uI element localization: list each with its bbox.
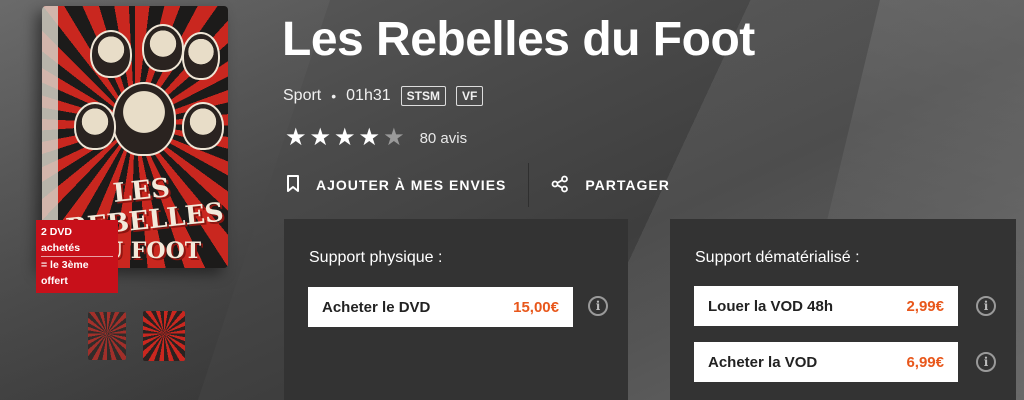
promo-badge: 2 DVD achetés = le 3ème offert [36,220,118,293]
portrait-image [182,102,224,150]
portrait-image [142,24,184,72]
portrait-image [112,82,176,156]
panel-title: Support physique : [309,249,443,266]
star-icon: ★ [358,124,381,151]
divider [528,163,530,207]
portrait-image [90,30,132,78]
star-icon: ★ [285,124,307,151]
share-icon [551,175,569,196]
portrait-image [182,32,220,80]
duration: 01h31 [346,87,391,104]
star-icon: ★ [334,124,356,151]
offer-label: Acheter le DVD [322,298,431,316]
review-count[interactable]: 80 avis [420,130,468,147]
star-empty-icon: ★ [383,124,405,151]
info-icon[interactable]: i [588,296,608,316]
genre: Sport [283,87,322,104]
star-icon: ★ [309,124,332,151]
portrait-image [74,102,116,150]
physical-support-panel: Support physique : Acheter le DVD 15,00€… [284,219,628,400]
info-icon[interactable]: i [976,296,996,316]
offer-label: Acheter la VOD [708,353,818,371]
page-title: Les Rebelles du Foot [282,13,755,66]
add-to-wishlist-button[interactable]: AJOUTER À MES ENVIES [286,174,507,196]
share-label: PARTAGER [585,177,670,193]
share-button[interactable]: PARTAGER [551,175,669,196]
rating[interactable]: ★ ★ ★ ★ ★ 80 avis [285,126,467,150]
thumbnail-front[interactable] [143,311,185,361]
product-meta: Sport • 01h31 STSM VF [283,86,484,106]
action-bar: AJOUTER À MES ENVIES PARTAGER [286,163,670,207]
promo-line: 2 DVD achetés [41,226,81,254]
offer-price: 2,99€ [906,297,944,315]
language-badge: VF [456,86,484,106]
cover-illustration [70,24,224,174]
bookmark-icon [286,174,300,196]
offer-label: Louer la VOD 48h [708,297,834,315]
subtitle-badge: STSM [400,86,446,106]
rent-vod-button[interactable]: Louer la VOD 48h 2,99€ [694,286,958,326]
wishlist-label: AJOUTER À MES ENVIES [316,177,507,193]
promo-line: = le 3ème offert [41,256,113,289]
thumbnail-back[interactable] [88,312,126,360]
offer-price: 15,00€ [513,298,559,316]
buy-dvd-button[interactable]: Acheter le DVD 15,00€ [308,287,573,327]
offer-price: 6,99€ [906,353,944,371]
panel-title: Support dématérialisé : [695,249,860,266]
digital-support-panel: Support dématérialisé : Louer la VOD 48h… [670,219,1016,400]
meta-separator: • [331,88,337,104]
info-icon[interactable]: i [976,352,996,372]
buy-vod-button[interactable]: Acheter la VOD 6,99€ [694,342,958,382]
